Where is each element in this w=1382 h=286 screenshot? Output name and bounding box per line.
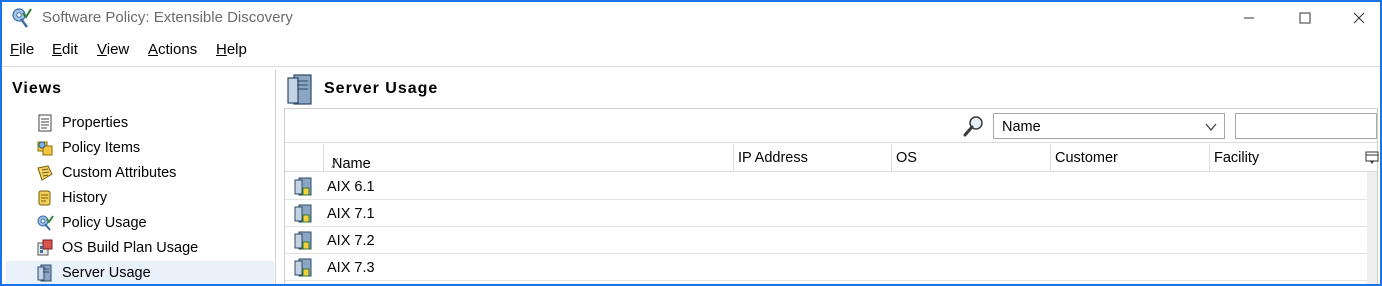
policy-usage-icon — [37, 215, 54, 231]
menu-edit-mnemonic: E — [52, 41, 63, 58]
column-label: Name — [332, 156, 371, 172]
server-table: Name Name ⁄ IP Address OS Customer Facil… — [284, 108, 1379, 284]
vertical-scrollbar[interactable] — [1367, 172, 1377, 284]
view-item-history[interactable]: History — [6, 186, 274, 210]
view-item-label: OS Build Plan Usage — [62, 240, 199, 256]
menu-help-mnemonic: H — [216, 41, 227, 58]
views-pane: Views Properties Policy Items Custom Att… — [6, 70, 276, 284]
view-item-os-build-plan-usage[interactable]: OS Build Plan Usage — [6, 236, 274, 260]
column-header-customer[interactable]: Customer — [1050, 144, 1209, 172]
server-name: AIX 7.2 — [327, 233, 375, 249]
sort-ascending-icon: ⁄ — [334, 156, 337, 172]
view-item-properties[interactable]: Properties — [6, 111, 274, 135]
window-title: Software Policy: Extensible Discovery — [42, 9, 293, 26]
title-bar: Software Policy: Extensible Discovery — [2, 2, 1380, 34]
view-item-policy-items[interactable]: Policy Items — [6, 136, 274, 160]
view-item-label: Policy Items — [62, 140, 141, 156]
menu-divider — [2, 66, 1380, 67]
column-label: OS — [896, 150, 917, 166]
menu-view-label: iew — [106, 41, 130, 58]
close-button[interactable] — [1336, 2, 1380, 34]
history-icon — [38, 190, 51, 206]
menu-view[interactable]: View — [97, 41, 129, 58]
maximize-icon — [1299, 12, 1311, 24]
menu-help[interactable]: Help — [216, 41, 247, 58]
view-item-server-usage[interactable]: Server Usage — [6, 261, 274, 284]
table-row[interactable]: AIX 6.1 — [285, 173, 1367, 200]
column-header-name[interactable]: Name ⁄ — [323, 144, 733, 172]
panel-title: Server Usage — [324, 80, 439, 97]
views-title: Views — [12, 80, 63, 97]
policy-items-icon — [37, 141, 53, 156]
menu-file[interactable]: File — [10, 41, 34, 58]
search-field-value: Name — [1002, 119, 1041, 135]
menu-actions-mnemonic: A — [148, 41, 159, 58]
table-row[interactable]: AIX 7.2 — [285, 227, 1367, 254]
view-item-label: Properties — [62, 115, 129, 131]
server-name: AIX 7.3 — [327, 260, 375, 276]
custom-attributes-icon — [37, 165, 53, 181]
menu-bar: File Edit View Actions Help — [2, 38, 1380, 64]
menu-edit[interactable]: Edit — [52, 41, 78, 58]
server-icon — [294, 177, 312, 196]
column-header-facility[interactable]: Facility — [1209, 144, 1365, 172]
view-item-policy-usage[interactable]: Policy Usage — [6, 211, 274, 235]
view-item-label: Custom Attributes — [62, 165, 177, 181]
menu-actions[interactable]: Actions — [148, 41, 197, 58]
search-input[interactable] — [1235, 113, 1377, 139]
table-header: Name ⁄ IP Address OS Customer Facility — [285, 144, 1379, 172]
view-item-custom-attributes[interactable]: Custom Attributes — [6, 161, 274, 185]
server-name: AIX 7.1 — [327, 206, 375, 222]
search-icon[interactable] — [963, 115, 985, 137]
minimize-button[interactable] — [1226, 2, 1272, 34]
menu-file-mnemonic: F — [10, 41, 20, 58]
view-item-label: History — [62, 190, 108, 206]
column-header-ip-address[interactable]: IP Address — [733, 144, 891, 172]
table-row[interactable]: AIX 7.1 — [285, 200, 1367, 227]
minimize-icon — [1244, 17, 1254, 19]
chevron-down-icon — [1205, 123, 1217, 132]
column-label: Customer — [1055, 150, 1118, 166]
column-header-os[interactable]: OS — [891, 144, 1050, 172]
search-field-select[interactable]: Name — [993, 113, 1225, 139]
menu-actions-label: ctions — [158, 41, 198, 58]
server-usage-panel: Server Usage Name Name ⁄ IP Address OS C… — [282, 70, 1380, 284]
view-item-label: Policy Usage — [62, 215, 147, 231]
properties-icon — [38, 114, 52, 132]
software-policy-icon — [12, 8, 32, 28]
server-icon — [294, 258, 312, 277]
close-icon — [1353, 12, 1365, 24]
application-window: Software Policy: Extensible Discovery Fi… — [0, 0, 1382, 286]
column-label: Facility — [1214, 150, 1260, 166]
server-usage-icon — [287, 74, 312, 105]
view-item-label: Server Usage — [62, 265, 151, 281]
column-label: IP Address — [738, 150, 808, 166]
maximize-button[interactable] — [1282, 2, 1328, 34]
menu-file-label: ile — [19, 41, 35, 58]
table-row[interactable]: AIX 7.3 — [285, 254, 1367, 281]
server-name: AIX 6.1 — [327, 179, 375, 195]
server-usage-icon — [37, 264, 52, 282]
server-icon — [294, 204, 312, 223]
menu-view-mnemonic: V — [97, 41, 107, 58]
os-build-plan-icon — [37, 239, 53, 256]
menu-edit-label: dit — [62, 41, 78, 58]
menu-help-label: elp — [226, 41, 247, 58]
column-chooser-icon[interactable] — [1365, 151, 1379, 165]
server-icon — [294, 231, 312, 250]
search-bar: Name — [285, 109, 1377, 143]
